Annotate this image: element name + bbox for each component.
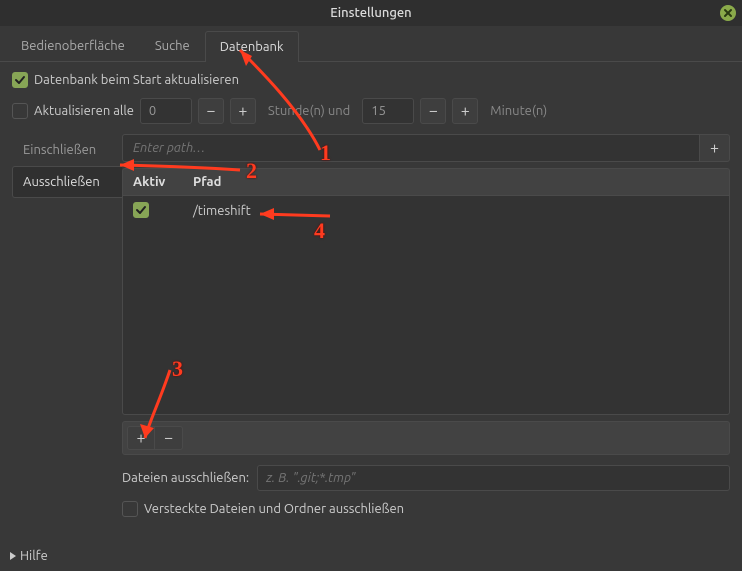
hours-unit: Stunde(n) und (268, 104, 350, 118)
table-header: Aktiv Pfad (122, 168, 730, 195)
add-path-button[interactable]: + (700, 134, 730, 162)
table-remove-button[interactable]: − (155, 426, 183, 450)
minutes-inc-button[interactable]: + (452, 98, 478, 124)
path-input[interactable] (122, 134, 700, 162)
col-path: Pfad (183, 169, 231, 195)
include-exclude-side: Einschließen Ausschließen (12, 134, 122, 517)
hours-input[interactable]: 0 (140, 98, 192, 124)
table-buttons: + − (122, 421, 730, 455)
chevron-right-icon (10, 552, 16, 560)
close-icon[interactable] (720, 5, 736, 21)
col-active: Aktiv (123, 169, 183, 195)
label-update-on-start: Datenbank beim Start aktualisieren (34, 73, 239, 87)
tab-content-database: Datenbank beim Start aktualisieren Aktua… (0, 62, 742, 527)
exclude-files-label: Dateien ausschließen: (122, 471, 249, 485)
window-title: Einstellungen (330, 6, 411, 20)
minutes-dec-button[interactable]: − (420, 98, 446, 124)
label-exclude-hidden: Versteckte Dateien und Ordner ausschließ… (144, 502, 404, 516)
tab-bar: Bedienoberfläche Suche Datenbank (0, 30, 742, 62)
table-add-button[interactable]: + (127, 426, 155, 450)
checkbox-update-every[interactable] (12, 103, 28, 119)
help-label: Hilfe (20, 549, 48, 563)
checkbox-exclude-hidden[interactable] (122, 501, 138, 517)
checkbox-update-on-start[interactable] (12, 72, 28, 88)
tab-search[interactable]: Suche (140, 30, 205, 61)
minutes-input[interactable]: 15 (362, 98, 414, 124)
label-update-every: Aktualisieren alle (34, 104, 134, 118)
minutes-unit: Minute(n) (490, 104, 547, 118)
tab-database[interactable]: Datenbank (205, 31, 299, 62)
hours-inc-button[interactable]: + (230, 98, 256, 124)
help-expander[interactable]: Hilfe (10, 549, 48, 563)
exclude-files-input[interactable] (257, 465, 730, 491)
hours-dec-button[interactable]: − (198, 98, 224, 124)
titlebar: Einstellungen (0, 0, 742, 26)
side-exclude[interactable]: Ausschließen (12, 166, 122, 198)
table-body: /timeshift (122, 195, 730, 415)
tab-interface[interactable]: Bedienoberfläche (6, 30, 140, 61)
side-include[interactable]: Einschließen (12, 134, 122, 166)
row-active-checkbox[interactable] (133, 202, 149, 218)
row-path: /timeshift (193, 204, 251, 218)
table-row[interactable]: /timeshift (123, 196, 729, 225)
